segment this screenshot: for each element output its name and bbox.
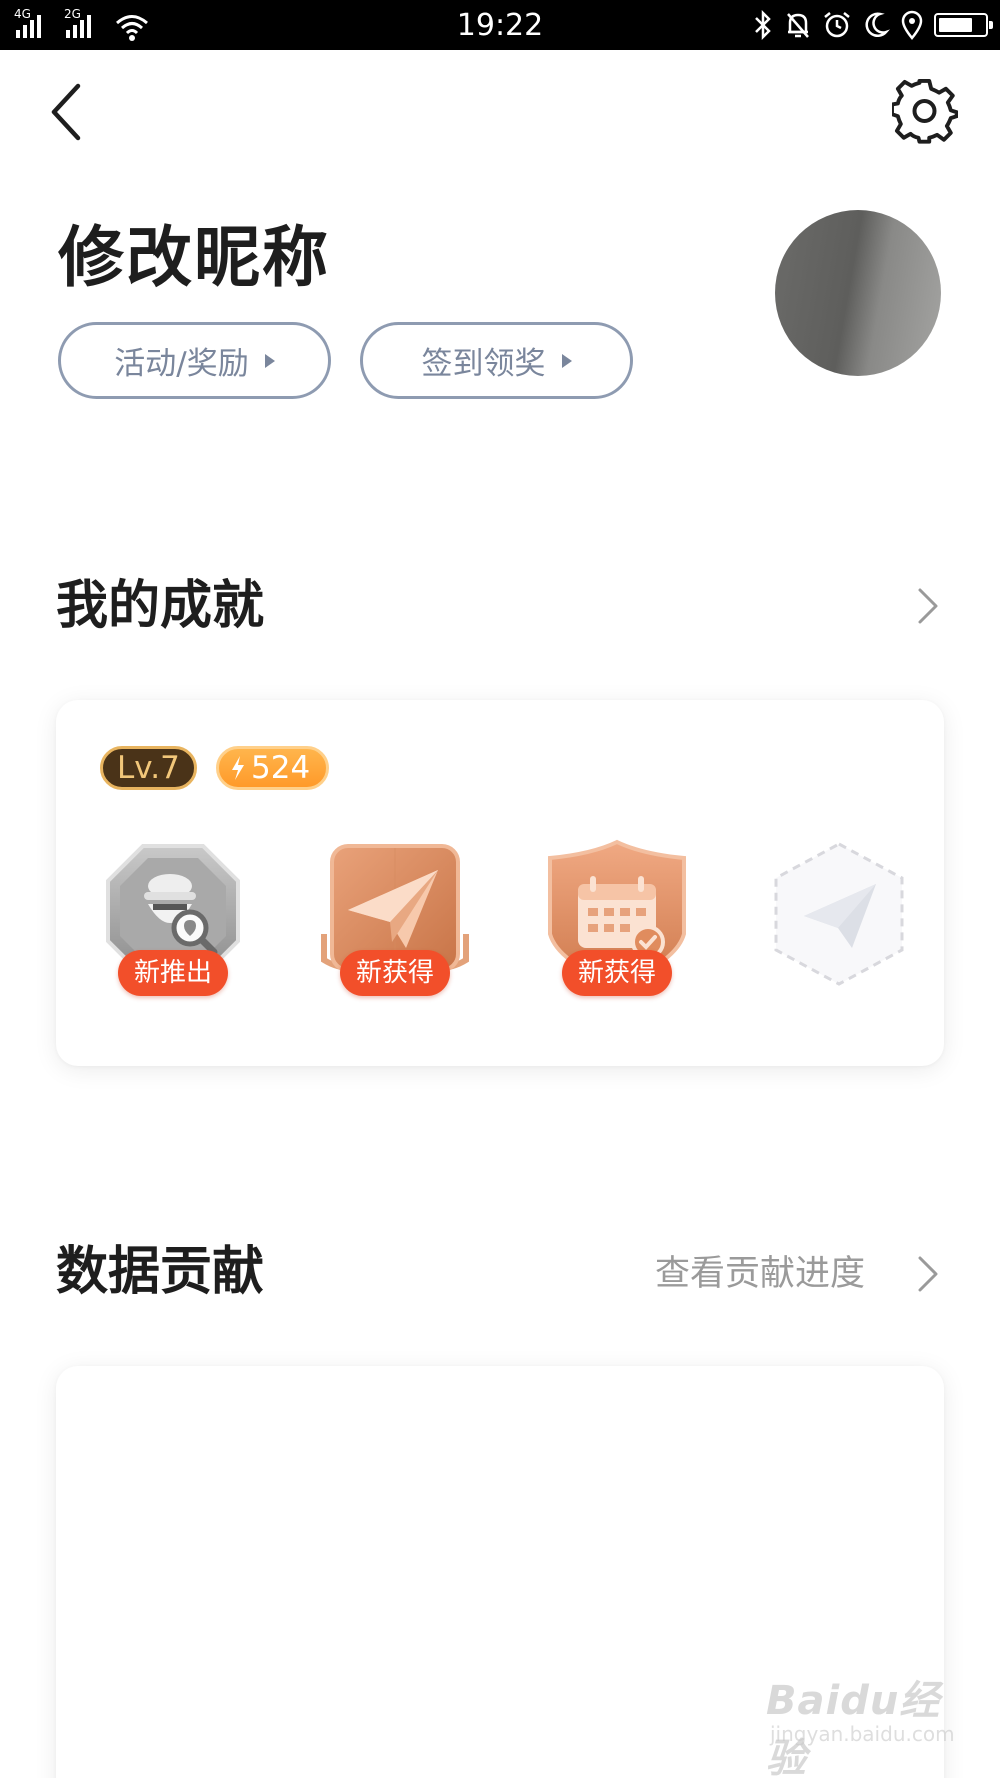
back-button[interactable] [48,82,88,142]
medal-status-tag: 新推出 [117,950,229,996]
medal-calendar[interactable]: 新获得 [542,838,692,1000]
gear-icon [890,78,959,144]
level-badge: Lv.7 [100,746,197,790]
activity-rewards-label: 活动/奖励 [114,346,249,382]
achievement-card[interactable]: Lv.7 524 新推出 新获得 新获得 [56,700,944,1066]
medal-paper-plane[interactable]: 新获得 [320,838,470,1000]
activity-rewards-button[interactable]: 活动/奖励 [58,322,331,399]
location-icon [901,10,923,40]
points-value: 524 [251,750,311,786]
medal-status-tag: 新获得 [339,950,451,996]
mute-bell-icon [787,13,809,38]
alarm-icon [824,12,850,38]
play-arrow-icon [561,353,572,368]
medal-detective[interactable]: 新推出 [98,838,248,1000]
bluetooth-icon [755,10,771,40]
chevron-left-icon [51,83,81,141]
status-bar: 4G 2G 19:22 [0,0,1000,50]
locked-paper-plane-medal-icon [774,842,904,986]
battery-fill [939,18,972,32]
checkin-reward-label: 签到领奖 [421,346,546,382]
achievements-title[interactable]: 我的成就 [56,574,264,638]
chevron-right-icon[interactable] [912,586,942,626]
view-contribution-progress-link[interactable]: 查看贡献进度 [655,1252,865,1296]
moon-icon [865,12,890,37]
status-bar-right [752,8,993,42]
lightning-icon [232,756,244,780]
data-contribution-title: 数据贡献 [56,1242,265,1302]
chevron-right-icon[interactable] [912,1254,942,1294]
battery-icon [934,13,993,37]
play-arrow-icon [264,353,275,368]
watermark: Baidu经验 jingyan.baidu.com [766,1668,966,1778]
nickname-edit-link[interactable]: 修改昵称 [58,218,330,298]
settings-button[interactable] [890,78,959,144]
watermark-url: jingyan.baidu.com [770,1722,955,1746]
medal-status-tag: 新获得 [561,950,673,996]
points-badge: 524 [216,746,330,790]
checkin-reward-button[interactable]: 签到领奖 [360,322,633,399]
medal-locked[interactable] [764,838,914,1000]
avatar[interactable] [775,210,941,376]
